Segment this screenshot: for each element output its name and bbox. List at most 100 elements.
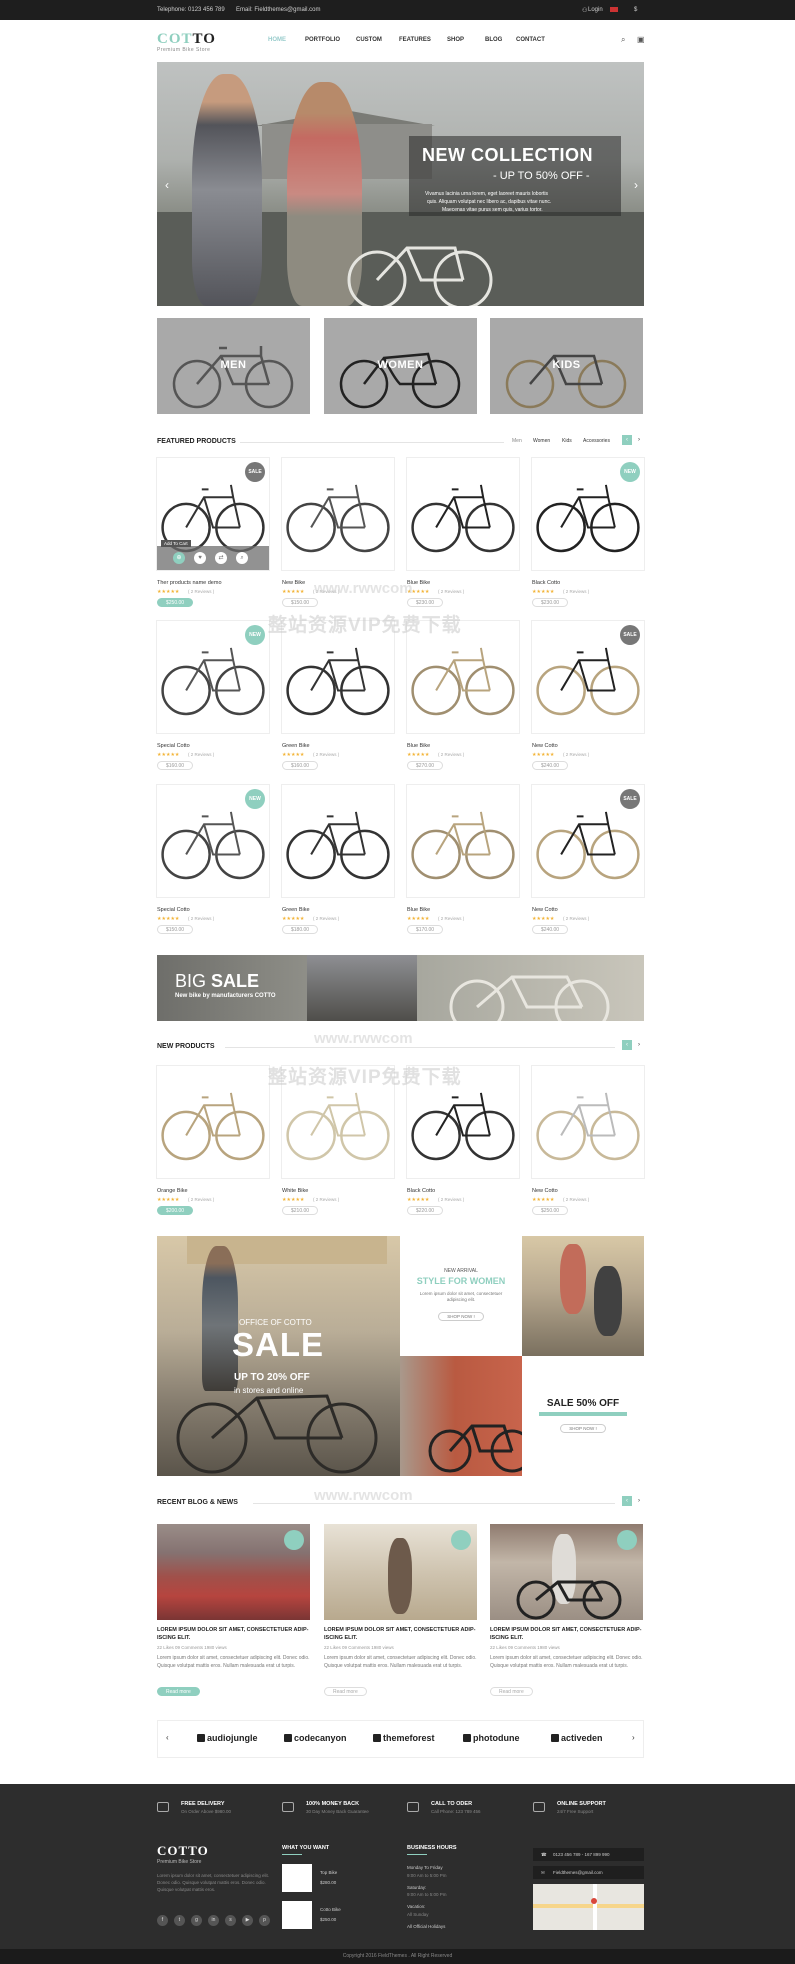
product-card[interactable] [407, 458, 519, 570]
read-more-button[interactable]: Read more [490, 1687, 533, 1696]
product-name[interactable]: Green Bike [282, 743, 310, 749]
brand-photodune[interactable]: photodune [463, 1733, 520, 1743]
nav-contact[interactable]: CONTACT [516, 37, 545, 43]
promo-sale50[interactable]: SALE 50% OFF SHOP NOW ! [522, 1356, 644, 1476]
promo-riders-image[interactable] [522, 1236, 644, 1356]
read-more-button[interactable]: Read more [157, 1687, 200, 1696]
product-card[interactable]: SALE Add To Cart ⊕ ♥ ⇄ ⌕ [157, 458, 269, 570]
product-card[interactable] [157, 1066, 269, 1178]
category-men[interactable]: MEN [157, 318, 310, 414]
footer-email[interactable]: Fieldthemes@gmail.com [553, 1870, 603, 1875]
read-more-button[interactable]: Read more [324, 1687, 367, 1696]
tab-kids[interactable]: Kids [562, 438, 572, 444]
blog-next-button[interactable]: › [634, 1496, 644, 1506]
new-next-button[interactable]: › [634, 1040, 644, 1050]
product-card[interactable] [407, 785, 519, 897]
product-name[interactable]: Special Cotto [157, 743, 190, 749]
product-card[interactable] [407, 621, 519, 733]
footer-want-name-2[interactable]: Cotto Bike [320, 1907, 341, 1912]
footer-want-name-1[interactable]: Top Bike [320, 1870, 337, 1875]
product-name[interactable]: Orange Bike [157, 1188, 188, 1194]
tab-women[interactable]: Women [533, 438, 550, 444]
product-card[interactable] [532, 1066, 644, 1178]
blog-image-3[interactable] [490, 1524, 643, 1620]
product-name[interactable]: Blue Bike [407, 907, 430, 913]
new-prev-button[interactable]: ‹ [622, 1040, 632, 1050]
nav-custom[interactable]: CUSTOM [356, 37, 382, 43]
category-kids[interactable]: KIDS [490, 318, 643, 414]
product-card[interactable]: SALE [532, 621, 644, 733]
product-name[interactable]: Black Cotto [532, 580, 560, 586]
product-name[interactable]: New Cotto [532, 907, 558, 913]
facebook-icon[interactable]: f [157, 1915, 168, 1926]
product-card[interactable]: NEW [157, 621, 269, 733]
nav-home[interactable]: HOME [268, 37, 286, 43]
heart-icon[interactable]: ♥ [194, 552, 206, 564]
footer-want-image-2[interactable] [282, 1901, 312, 1929]
hero-prev-arrow[interactable]: ‹ [165, 178, 169, 192]
hero-slider[interactable]: NEW COLLECTION - UP TO 50% OFF - Vivamus… [157, 62, 644, 306]
product-name[interactable]: Black Cotto [407, 1188, 435, 1194]
quick-view-icon[interactable]: ⌕ [236, 552, 248, 564]
footer-map[interactable] [533, 1884, 644, 1930]
youtube-icon[interactable]: ▶ [242, 1915, 253, 1926]
brands-next-arrow[interactable]: › [632, 1733, 635, 1742]
product-card[interactable] [282, 621, 394, 733]
logo[interactable]: COTTO [157, 31, 216, 48]
product-card[interactable]: NEW [532, 458, 644, 570]
blog-post-title[interactable]: LOREM IPSUM DOLOR SIT AMET, CONSECTETUER… [157, 1627, 310, 1642]
currency-selector[interactable]: $ [634, 7, 637, 13]
big-sale-banner[interactable]: BIG SALE New bike by manufacturers COTTO [157, 955, 644, 1021]
category-women[interactable]: WOMEN [324, 318, 477, 414]
pinterest-icon[interactable]: p [259, 1915, 270, 1926]
login-link[interactable]: Login [588, 7, 603, 13]
hero-next-arrow[interactable]: › [634, 178, 638, 192]
brand-themeforest[interactable]: themeforest [373, 1733, 435, 1743]
product-card[interactable] [282, 458, 394, 570]
cart-icon[interactable]: ⊕ [173, 552, 185, 564]
product-name[interactable]: New Cotto [532, 743, 558, 749]
brand-codecanyon[interactable]: codecanyon [284, 1733, 347, 1743]
product-name[interactable]: New Cotto [532, 1188, 558, 1194]
flag-icon[interactable] [610, 7, 618, 12]
blog-image-1[interactable] [157, 1524, 310, 1620]
google-plus-icon[interactable]: g [191, 1915, 202, 1926]
product-card[interactable] [282, 785, 394, 897]
nav-shop[interactable]: SHOP [447, 37, 464, 43]
brand-activeden[interactable]: activeden [551, 1733, 603, 1743]
blog-post-title[interactable]: LOREM IPSUM DOLOR SIT AMET, CONSECTETUER… [324, 1627, 477, 1642]
promo-wall-bike[interactable] [400, 1356, 522, 1476]
blog-post-title[interactable]: LOREM IPSUM DOLOR SIT AMET, CONSECTETUER… [490, 1627, 643, 1642]
footer-logo[interactable]: COTTO [157, 1843, 209, 1859]
topbar-email[interactable]: Email: Fieldthemes@gmail.com [236, 7, 320, 13]
footer-want-image-1[interactable] [282, 1864, 312, 1892]
promo-office[interactable]: OFFICE OF COTTO SALE UP TO 20% OFF in st… [157, 1236, 400, 1476]
product-name[interactable]: Special Cotto [157, 907, 190, 913]
nav-blog[interactable]: BLOG [485, 37, 502, 43]
skype-icon[interactable]: s [225, 1915, 236, 1926]
product-name[interactable]: Green Bike [282, 907, 310, 913]
blog-prev-button[interactable]: ‹ [622, 1496, 632, 1506]
product-card[interactable]: SALE [532, 785, 644, 897]
product-name[interactable]: New Bike [282, 580, 305, 586]
promo-shop-now-button-2[interactable]: SHOP NOW ! [560, 1424, 606, 1433]
cart-icon[interactable]: ▣ [637, 35, 645, 44]
search-icon[interactable]: ⌕ [621, 35, 625, 45]
promo-shop-now-button[interactable]: SHOP NOW ! [438, 1312, 484, 1321]
nav-portfolio[interactable]: PORTFOLIO [305, 37, 340, 43]
featured-prev-button[interactable]: ‹ [622, 435, 632, 445]
featured-next-button[interactable]: › [634, 435, 644, 445]
blog-image-2[interactable] [324, 1524, 477, 1620]
twitter-icon[interactable]: t [174, 1915, 185, 1926]
tab-men[interactable]: Men [512, 438, 522, 444]
linkedin-icon[interactable]: in [208, 1915, 219, 1926]
product-name[interactable]: White Bike [282, 1188, 308, 1194]
product-name[interactable]: Blue Bike [407, 743, 430, 749]
promo-women[interactable]: NEW ARRIVAL STYLE FOR WOMEN Lorem ipsum … [400, 1236, 522, 1356]
brand-audiojungle[interactable]: audiojungle [197, 1733, 258, 1743]
product-name[interactable]: Ther products name demo [157, 580, 222, 586]
compare-icon[interactable]: ⇄ [215, 552, 227, 564]
nav-features[interactable]: FEATURES [399, 37, 431, 43]
tab-accessories[interactable]: Accessories [583, 438, 610, 444]
brands-prev-arrow[interactable]: ‹ [166, 1733, 169, 1742]
